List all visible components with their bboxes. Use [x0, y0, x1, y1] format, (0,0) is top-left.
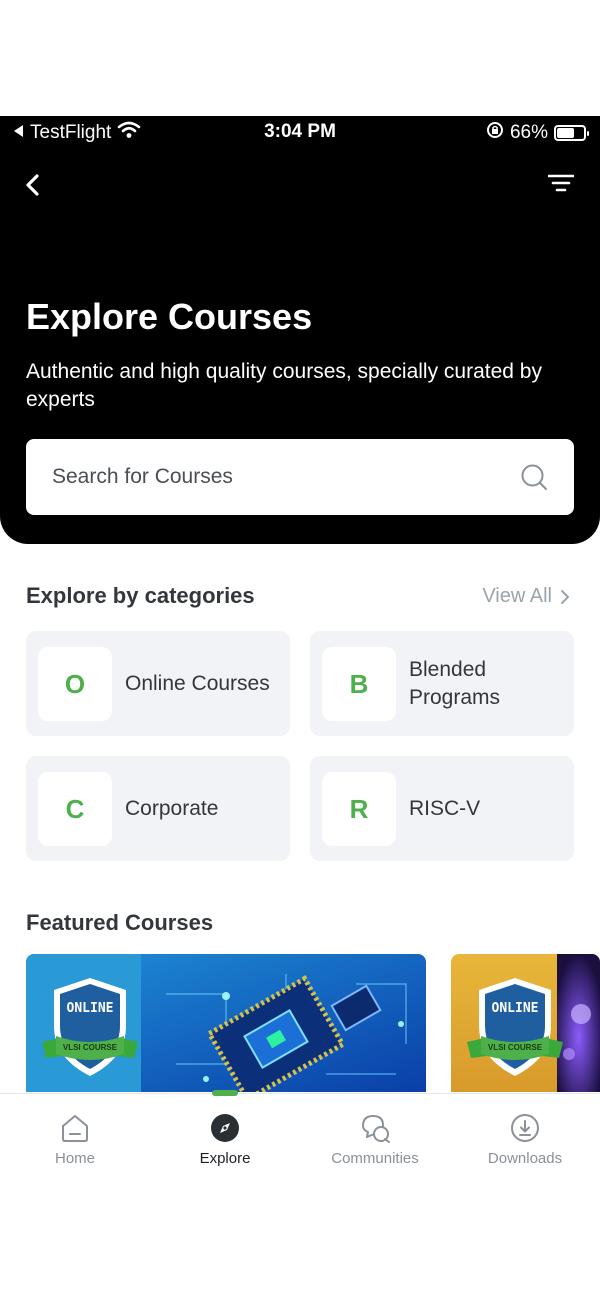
- categories-title: Explore by categories: [26, 583, 255, 608]
- tab-home[interactable]: Home: [0, 1112, 150, 1172]
- tab-downloads[interactable]: Downloads: [450, 1112, 600, 1172]
- download-icon: [511, 1114, 539, 1142]
- category-initial-badge: O: [38, 647, 112, 721]
- search-input[interactable]: Search for Courses: [26, 439, 574, 515]
- tab-label: Explore: [199, 1150, 251, 1167]
- category-label: Corporate: [125, 796, 219, 820]
- orientation-lock-icon: [486, 121, 504, 145]
- category-label: Online Courses: [125, 671, 270, 695]
- battery-icon: [554, 125, 589, 141]
- hero-header: TestFlight 3:04 PM 66% Explore Courses A…: [0, 116, 600, 544]
- category-risc-v[interactable]: R RISC-V: [310, 756, 574, 861]
- tab-explore[interactable]: Explore: [150, 1112, 300, 1172]
- category-online-courses[interactable]: O Online Courses: [26, 631, 290, 736]
- filter-icon: [547, 174, 575, 192]
- compass-icon: [211, 1114, 239, 1142]
- search-placeholder: Search for Courses: [52, 465, 233, 488]
- category-initial-badge: R: [322, 772, 396, 846]
- search-icon[interactable]: [520, 463, 548, 491]
- chevron-left-icon: [26, 174, 39, 196]
- online-vlsi-badge: ONLINE VLSI COURSE: [465, 974, 565, 1089]
- chevron-right-icon: [561, 589, 569, 604]
- back-button[interactable]: [18, 170, 48, 200]
- page-subtitle: Authentic and high quality courses, spec…: [26, 360, 542, 411]
- filter-button[interactable]: [547, 172, 575, 196]
- bottom-tab-bar: Home Explore Communities Downloads: [0, 1090, 600, 1298]
- category-initial-badge: C: [38, 772, 112, 846]
- view-all-link[interactable]: View All: [482, 585, 570, 608]
- badge-top-text: ONLINE: [491, 1001, 539, 1016]
- active-tab-indicator: [212, 1090, 238, 1096]
- badge-ribbon-text: VLSI COURSE: [487, 1043, 543, 1052]
- badge-top-text: ONLINE: [66, 1001, 114, 1016]
- home-icon: [62, 1115, 88, 1142]
- page-title: Explore Courses: [26, 296, 313, 337]
- tab-communities[interactable]: Communities: [300, 1112, 450, 1172]
- status-bar: TestFlight 3:04 PM 66%: [0, 116, 600, 148]
- online-vlsi-badge: ONLINE VLSI COURSE: [40, 974, 140, 1089]
- category-initial-badge: B: [322, 647, 396, 721]
- featured-course-card[interactable]: ONLINE VLSI COURSE: [26, 954, 426, 1092]
- featured-title: Featured Courses: [26, 910, 214, 935]
- category-label: RISC-V: [409, 796, 481, 820]
- chat-icon: [362, 1115, 390, 1143]
- tab-label: Home: [54, 1150, 95, 1167]
- tab-label: Downloads: [487, 1150, 563, 1167]
- battery-percent: 66%: [509, 122, 548, 143]
- featured-course-card[interactable]: ONLINE VLSI COURSE: [451, 954, 600, 1092]
- badge-ribbon-text: VLSI COURSE: [62, 1043, 118, 1052]
- category-blended-programs[interactable]: B Blended Programs: [310, 631, 574, 736]
- top-blank-area: [0, 0, 600, 116]
- tab-label: Communities: [331, 1150, 419, 1167]
- category-corporate[interactable]: C Corporate: [26, 756, 290, 861]
- status-right: 66%: [486, 121, 589, 145]
- category-label: Blended Programs: [409, 657, 501, 709]
- view-all-label: View All: [482, 585, 552, 607]
